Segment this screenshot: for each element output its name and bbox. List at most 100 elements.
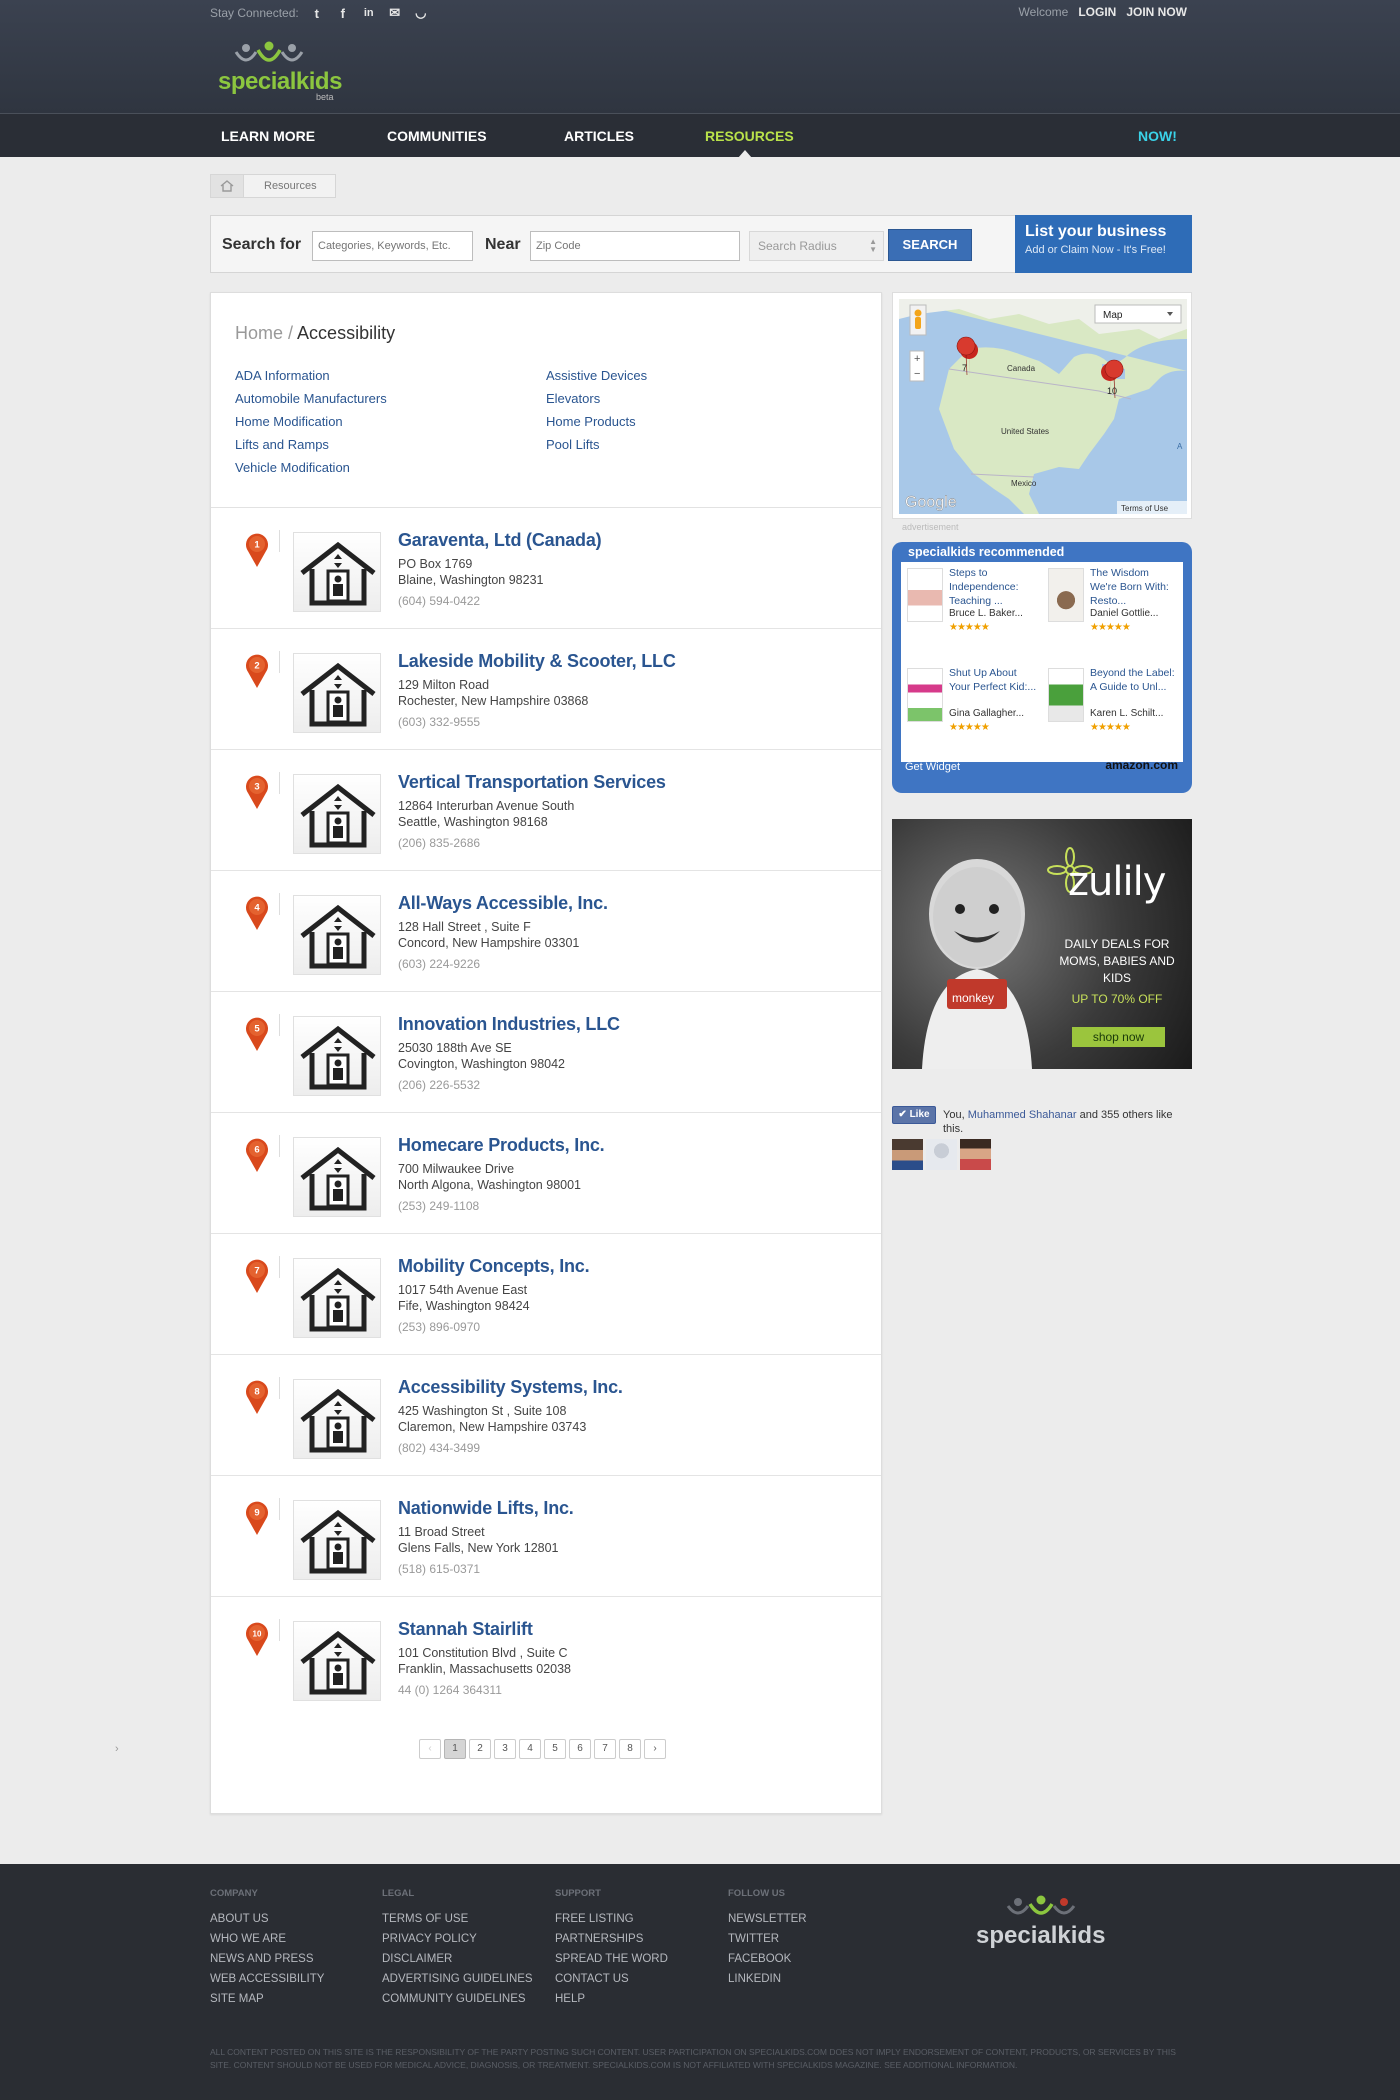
avatar[interactable] [960, 1139, 991, 1170]
facebook-icon[interactable]: f [335, 6, 351, 21]
listing-image[interactable] [293, 1258, 381, 1338]
result-row[interactable]: 4 All-Ways Accessible, Inc. 128 Hall Stree… [211, 871, 881, 992]
subcategory-link[interactable]: Home Modification [235, 414, 343, 429]
subcategory-link[interactable]: Pool Lifts [546, 437, 599, 452]
result-row[interactable]: 9 Nationwide Lifts, Inc. 11 Broad Street Gl… [211, 1476, 881, 1597]
result-row[interactable]: 10 Stannah Stairlift 101 Constitution Blvd… [211, 1597, 881, 1718]
map-canvas[interactable]: Canada United States Mexico A 7 10 + − M… [899, 299, 1187, 514]
map-pin-icon[interactable]: 10 [244, 1621, 270, 1657]
listing-name-link[interactable]: Lakeside Mobility & Scooter, LLC [398, 651, 676, 672]
listing-name-link[interactable]: All-Ways Accessible, Inc. [398, 893, 608, 914]
map-pin-icon[interactable]: 9 [244, 1500, 270, 1536]
linkedin-icon[interactable]: in [361, 7, 377, 19]
chevron-right-icon[interactable]: › [115, 1743, 119, 1755]
map-terms-link[interactable]: Terms of Use [1121, 504, 1169, 513]
subcategory-link[interactable]: Assistive Devices [546, 368, 647, 383]
result-row[interactable]: 3 Vertical Transportation Services 12864 I… [211, 750, 881, 871]
footer-link[interactable]: NEWS AND PRESS [210, 1949, 324, 1969]
nav-now[interactable]: NOW! [1138, 128, 1177, 144]
footer-link[interactable]: WHO WE ARE [210, 1929, 324, 1949]
listing-image[interactable] [293, 1137, 381, 1217]
get-widget-link[interactable]: Get Widget [905, 761, 960, 773]
list-business-button[interactable]: List your business Add or Claim Now - It… [1015, 215, 1192, 273]
footer-link[interactable]: DISCLAIMER [382, 1949, 533, 1969]
page-button[interactable]: 8 [619, 1739, 641, 1759]
subcategory-link[interactable]: Elevators [546, 391, 600, 406]
zoom-controls[interactable]: + − [909, 350, 925, 382]
twitter-icon[interactable]: t [309, 6, 325, 21]
footer-link[interactable]: SITE MAP [210, 1989, 324, 2009]
shop-now-button[interactable]: shop now [1072, 1027, 1165, 1047]
map-type-dropdown[interactable]: Map [1094, 304, 1182, 324]
listing-image[interactable] [293, 653, 381, 733]
login-link[interactable]: LOGIN [1078, 5, 1116, 19]
avatar[interactable] [892, 1139, 923, 1170]
footer-link[interactable]: PRIVACY POLICY [382, 1929, 533, 1949]
zoom-in-button[interactable]: + [914, 353, 920, 365]
join-now-link[interactable]: JOIN NOW [1126, 5, 1187, 19]
result-row[interactable]: 2 Lakeside Mobility & Scooter, LLC 129 Mil… [211, 629, 881, 750]
listing-name-link[interactable]: Homecare Products, Inc. [398, 1135, 605, 1156]
footer-link[interactable]: LINKEDIN [728, 1969, 807, 1989]
map-pin-icon[interactable]: 8 [244, 1379, 270, 1415]
listing-image[interactable] [293, 774, 381, 854]
search-button[interactable]: SEARCH [888, 229, 972, 261]
map-pin-icon[interactable]: 1 [244, 532, 270, 568]
footer-link[interactable]: FACEBOOK [728, 1949, 807, 1969]
listing-image[interactable] [293, 1016, 381, 1096]
street-view-pegman-icon[interactable] [909, 304, 927, 336]
footer-logo[interactable]: specialkids [976, 1894, 1116, 1954]
page-button[interactable]: 1 [444, 1739, 466, 1759]
result-row[interactable]: 7 Mobility Concepts, Inc. 1017 54th Avenue… [211, 1234, 881, 1355]
result-row[interactable]: 8 Accessibility Systems, Inc. 425 Washingt… [211, 1355, 881, 1476]
nav-learn-more[interactable]: LEARN MORE [221, 128, 315, 144]
footer-link[interactable]: HELP [555, 1989, 668, 2009]
widget-book[interactable]: Shut Up About Your Perfect Kid:... Gina … [901, 662, 1042, 762]
listing-name-link[interactable]: Innovation Industries, LLC [398, 1014, 620, 1035]
footer-link[interactable]: CONTACT US [555, 1969, 668, 1989]
listing-name-link[interactable]: Accessibility Systems, Inc. [398, 1377, 623, 1398]
widget-book[interactable]: Beyond the Label: A Guide to Unl... Kare… [1042, 662, 1183, 762]
page-button[interactable]: 6 [569, 1739, 591, 1759]
subcategory-link[interactable]: Home Products [546, 414, 636, 429]
map-pin-icon[interactable]: 2 [244, 653, 270, 689]
footer-link[interactable]: FREE LISTING [555, 1909, 668, 1929]
next-page-button[interactable]: › [644, 1739, 666, 1759]
page-button[interactable]: 4 [519, 1739, 541, 1759]
footer-link[interactable]: COMMUNITY GUIDELINES [382, 1989, 533, 2009]
home-icon[interactable] [210, 174, 244, 198]
listing-name-link[interactable]: Vertical Transportation Services [398, 772, 666, 793]
map-pin-icon[interactable]: 4 [244, 895, 270, 931]
footer-link[interactable]: TWITTER [728, 1929, 807, 1949]
subcategory-link[interactable]: Automobile Manufacturers [235, 391, 387, 406]
widget-book[interactable]: Steps to Independence: Teaching ... Bruc… [901, 562, 1042, 662]
footer-link[interactable]: NEWSLETTER [728, 1909, 807, 1929]
listing-name-link[interactable]: Garaventa, Ltd (Canada) [398, 530, 602, 551]
avatar[interactable] [926, 1139, 957, 1170]
category-home-link[interactable]: Home / [235, 323, 293, 343]
page-button[interactable]: 2 [469, 1739, 491, 1759]
zip-code-input[interactable] [530, 231, 740, 261]
listing-image[interactable] [293, 895, 381, 975]
site-logo[interactable]: specialkids beta [216, 38, 346, 102]
results-map[interactable]: Canada United States Mexico A 7 10 + − M… [892, 292, 1192, 519]
footer-link[interactable]: ABOUT US [210, 1909, 324, 1929]
map-pin-icon[interactable]: 6 [244, 1137, 270, 1173]
page-button[interactable]: 3 [494, 1739, 516, 1759]
footer-link[interactable]: PARTNERSHIPS [555, 1929, 668, 1949]
subcategory-link[interactable]: ADA Information [235, 368, 330, 383]
subcategory-link[interactable]: Vehicle Modification [235, 460, 350, 475]
map-pin-icon[interactable]: 7 [244, 1258, 270, 1294]
listing-image[interactable] [293, 1621, 381, 1701]
zulily-ad[interactable]: monkey zulily DAILY DEALS FOR MOMS, BABI… [892, 819, 1192, 1069]
nav-articles[interactable]: ARTICLES [564, 128, 634, 144]
page-button[interactable]: 5 [544, 1739, 566, 1759]
listing-image[interactable] [293, 1379, 381, 1459]
email-icon[interactable]: ✉ [387, 5, 403, 21]
search-keywords-input[interactable] [312, 231, 473, 261]
footer-link[interactable]: SPREAD THE WORD [555, 1949, 668, 1969]
listing-name-link[interactable]: Mobility Concepts, Inc. [398, 1256, 590, 1277]
widget-book[interactable]: The Wisdom We're Born With: Resto... Dan… [1042, 562, 1183, 662]
listing-image[interactable] [293, 1500, 381, 1580]
listing-name-link[interactable]: Stannah Stairlift [398, 1619, 533, 1640]
